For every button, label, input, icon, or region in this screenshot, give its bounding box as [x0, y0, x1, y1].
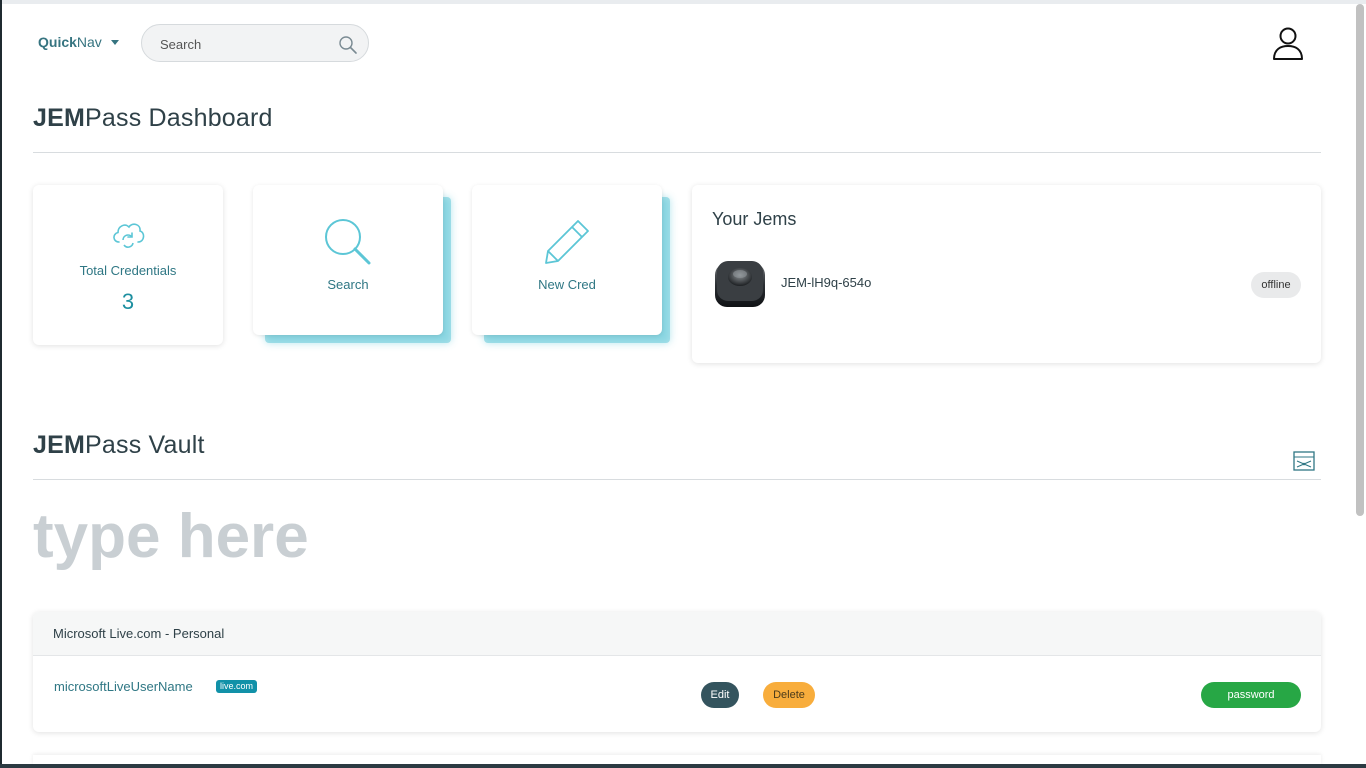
total-credentials-card: Total Credentials 3	[33, 185, 223, 345]
caret-down-icon	[110, 39, 119, 45]
total-credentials-label: Total Credentials	[79, 263, 177, 278]
search-card-label: Search	[327, 277, 369, 292]
dashboard-title-rest: Pass Dashboard	[85, 104, 273, 132]
search-card[interactable]: Search	[253, 185, 443, 335]
quicknav-label-rest: Nav	[76, 34, 102, 50]
jem-device-name[interactable]: JEM-lH9q-654o	[781, 275, 871, 290]
credential-card: Microsoft Live.com - Personal microsoftL…	[33, 612, 1321, 732]
dashboard-title-bold: JEM	[33, 104, 86, 132]
window-frame-left	[0, 0, 2, 768]
cloud-sync-icon	[110, 217, 146, 254]
credential-name: Microsoft Live.com - Personal	[53, 626, 225, 641]
search-icon[interactable]	[338, 35, 358, 60]
dashboard-title: JEMPass Dashboard	[33, 104, 273, 133]
credential-username[interactable]: microsoftLiveUserName	[54, 679, 193, 694]
navbar: Quick Nav	[0, 0, 1356, 90]
quicknav-dropdown[interactable]: Quick Nav	[38, 34, 119, 50]
credential-tag: live.com	[216, 680, 258, 693]
pencil-icon	[542, 217, 592, 272]
status-badge: offline	[1251, 272, 1301, 298]
vault-title: JEMPass Vault	[33, 431, 205, 460]
delete-button[interactable]: Delete	[763, 682, 815, 708]
your-jems-card: Your Jems JEM-lH9q-654o offline	[692, 185, 1321, 363]
search-box	[141, 24, 369, 62]
total-credentials-value: 3	[121, 289, 135, 314]
new-cred-card[interactable]: New Cred	[472, 185, 662, 335]
quicknav-label-bold: Quick	[38, 34, 77, 50]
password-button[interactable]: password	[1201, 682, 1301, 708]
vault-title-bold: JEM	[33, 431, 86, 459]
window-frame-bottom	[0, 764, 1366, 768]
vault-filter-input[interactable]	[33, 500, 733, 572]
jem-device-image	[712, 255, 768, 316]
user-icon[interactable]	[1270, 25, 1306, 66]
credential-header[interactable]: Microsoft Live.com - Personal	[33, 612, 1321, 656]
new-cred-card-label: New Cred	[538, 277, 596, 292]
scrollbar[interactable]	[1356, 4, 1364, 516]
dashboard-divider	[33, 152, 1321, 153]
edit-button[interactable]: Edit	[701, 682, 739, 708]
vault-divider	[33, 479, 1321, 480]
your-jems-title: Your Jems	[712, 209, 797, 229]
search-input[interactable]	[158, 34, 332, 54]
vault-title-rest: Pass Vault	[85, 431, 205, 459]
magnifier-icon	[323, 217, 373, 272]
expand-icon[interactable]	[1293, 451, 1315, 476]
